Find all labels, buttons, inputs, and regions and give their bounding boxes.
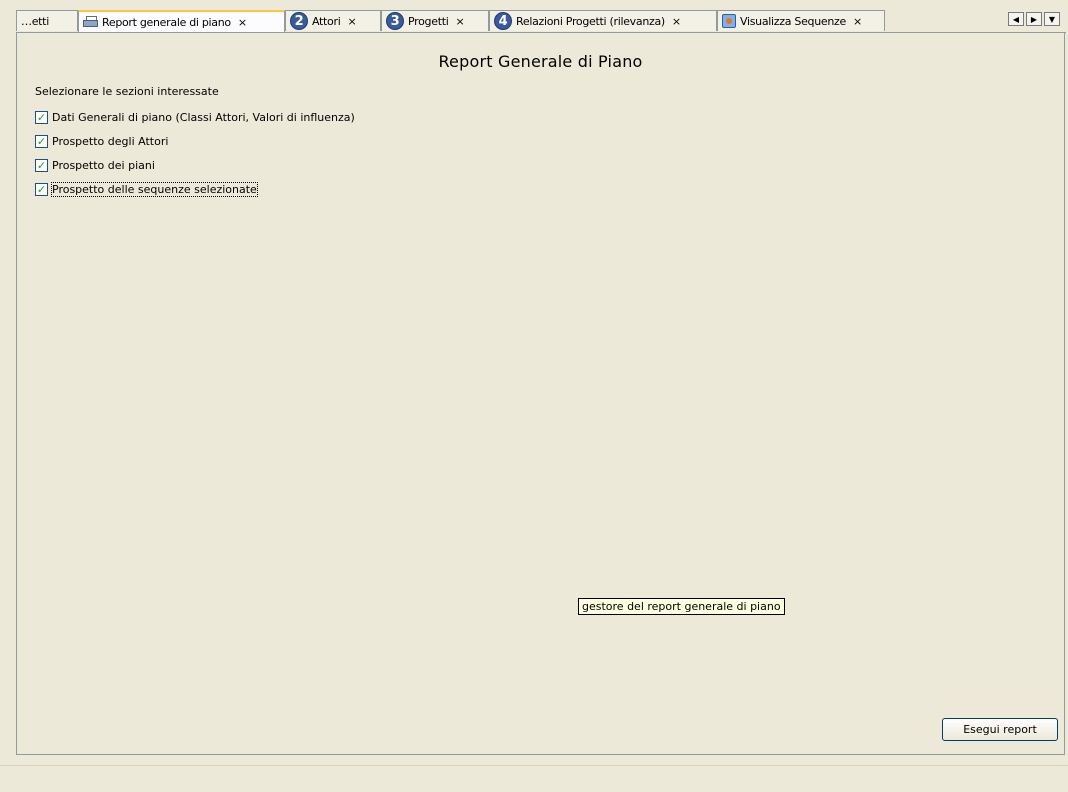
option-label: Prospetto degli Attori bbox=[52, 134, 169, 148]
tab-attori[interactable]: 2 Attori × bbox=[285, 10, 381, 31]
option-label: Dati Generali di piano (Classi Attori, V… bbox=[52, 110, 355, 124]
tab-label: Relazioni Progetti (rilevanza) bbox=[516, 14, 665, 28]
close-icon[interactable]: × bbox=[347, 15, 356, 28]
status-bar bbox=[0, 765, 1068, 792]
number-4-icon: 4 bbox=[494, 12, 512, 30]
scroll-left-icon[interactable]: ◀ bbox=[1008, 12, 1024, 26]
tab-progetti[interactable]: 3 Progetti × bbox=[381, 10, 489, 31]
option-label: Prospetto delle sequenze selezionate bbox=[51, 181, 258, 197]
checkbox-checked-icon[interactable]: ✓ bbox=[35, 158, 48, 172]
tab-label: Attori bbox=[312, 14, 341, 28]
tab-label: Progetti bbox=[408, 14, 449, 28]
tab-label: Report generale di piano bbox=[102, 15, 231, 29]
tab-nav-controls: ◀ ▶ ▼ bbox=[1008, 12, 1060, 26]
page-title: Report Generale di Piano bbox=[438, 52, 643, 71]
option-dati-generali[interactable]: ✓ Dati Generali di piano (Classi Attori,… bbox=[35, 109, 355, 125]
sequence-icon bbox=[722, 14, 736, 28]
run-report-button[interactable]: Esegui report bbox=[942, 718, 1058, 741]
checkbox-checked-icon[interactable]: ✓ bbox=[35, 182, 48, 196]
section-prompt: Selezionare le sezioni interessate bbox=[35, 85, 219, 98]
report-panel: Report Generale di Piano Selezionare le … bbox=[16, 32, 1065, 755]
tab-visualizza-sequenze[interactable]: Visualizza Sequenze × bbox=[717, 10, 885, 31]
close-icon[interactable]: × bbox=[455, 15, 464, 28]
close-icon[interactable]: × bbox=[853, 15, 862, 28]
printer-icon bbox=[83, 15, 98, 29]
option-prospetto-piani[interactable]: ✓ Prospetto dei piani bbox=[35, 157, 155, 173]
tooltip: gestore del report generale di piano bbox=[578, 598, 785, 615]
tab-report-generale[interactable]: Report generale di piano × bbox=[78, 10, 285, 32]
checkbox-checked-icon[interactable]: ✓ bbox=[35, 134, 48, 148]
close-icon[interactable]: × bbox=[672, 15, 681, 28]
scroll-right-icon[interactable]: ▶ bbox=[1026, 12, 1042, 26]
tab-bar: …etti Report generale di piano × 2 Attor… bbox=[16, 10, 1066, 33]
option-label: Prospetto dei piani bbox=[52, 158, 155, 172]
tab-label: Visualizza Sequenze bbox=[740, 14, 846, 28]
checkbox-checked-icon[interactable]: ✓ bbox=[35, 110, 48, 124]
close-icon[interactable]: × bbox=[238, 16, 247, 29]
number-3-icon: 3 bbox=[386, 12, 404, 30]
option-prospetto-sequenze[interactable]: ✓ Prospetto delle sequenze selezionate bbox=[35, 181, 258, 197]
tab-progetti-truncated[interactable]: …etti bbox=[16, 10, 78, 31]
option-prospetto-attori[interactable]: ✓ Prospetto degli Attori bbox=[35, 133, 168, 149]
tab-relazioni-progetti[interactable]: 4 Relazioni Progetti (rilevanza) × bbox=[489, 10, 717, 31]
number-2-icon: 2 bbox=[290, 12, 308, 30]
tab-label: …etti bbox=[21, 14, 49, 28]
chevron-down-icon[interactable]: ▼ bbox=[1044, 12, 1060, 26]
